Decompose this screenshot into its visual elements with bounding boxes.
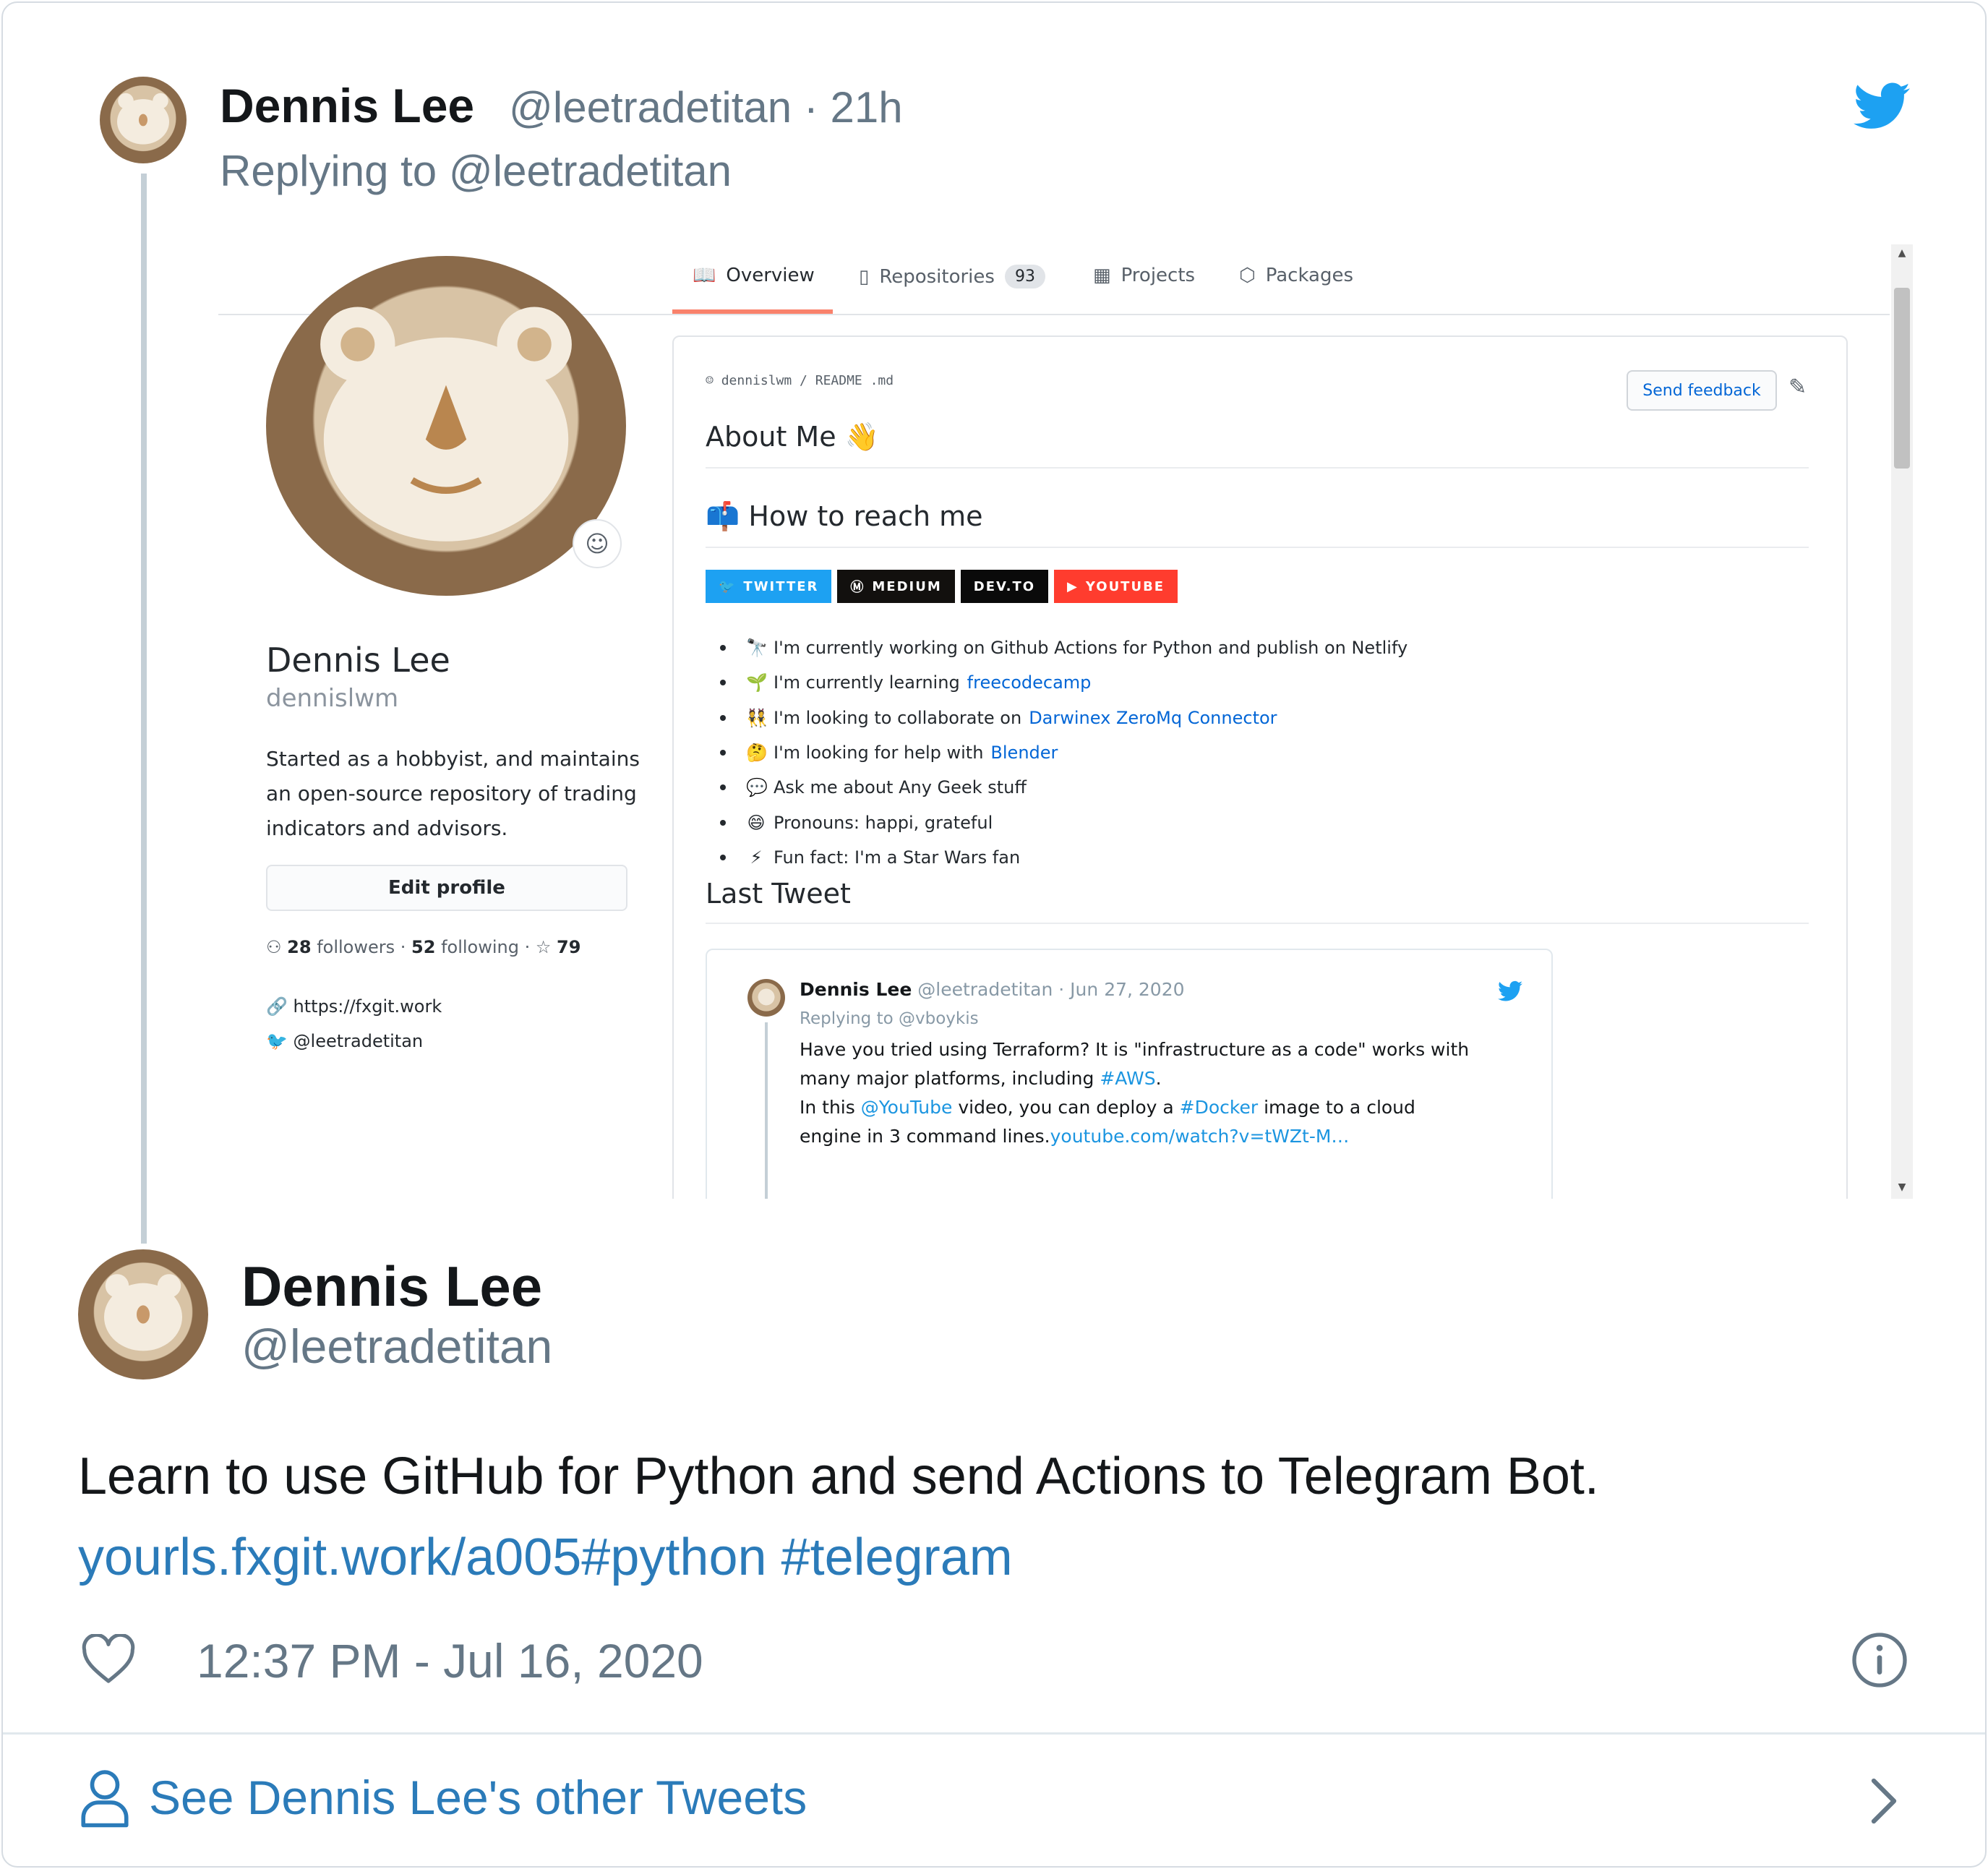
list-item: ⚡ Fun fact: I'm a Star Wars fan — [720, 840, 1408, 875]
followers-count[interactable]: 28 — [287, 937, 311, 957]
badge-devto[interactable]: DEV.TO — [960, 570, 1049, 603]
tab-overview[interactable]: 📖 Overview — [693, 265, 815, 286]
list-item: 👯 I'm looking to collaborate on Darwinex … — [720, 701, 1408, 735]
star-icon: ☆ — [535, 937, 552, 957]
aws-hashtag[interactable]: #AWS — [1100, 1068, 1155, 1089]
divider — [706, 547, 1809, 548]
badge-youtube[interactable]: ▶ YOUTUBE — [1054, 570, 1178, 603]
blender-link[interactable]: Blender — [990, 743, 1058, 763]
embedded-twitter-icon[interactable] — [1498, 980, 1522, 1002]
embedded-text: Have you tried using Terraform? It is "i… — [800, 1039, 1470, 1147]
embedded-thread-line — [765, 1022, 768, 1199]
wave-icon: 👋 — [844, 421, 880, 453]
thread-line — [141, 174, 147, 1244]
edit-profile-button[interactable]: Edit profile — [266, 865, 627, 911]
readme-list: 🔭 I'm currently working on Github Actions… — [720, 630, 1408, 875]
parent-author-handle[interactable]: @leetradetitan · 21h — [509, 82, 903, 132]
seedling-icon: 🌱 — [746, 672, 768, 693]
book-icon: 📖 — [693, 265, 716, 286]
list-item: 🤔 I'm looking for help with Blender — [720, 735, 1408, 770]
people-icon: ⚇ — [266, 937, 282, 957]
website-link[interactable]: 🔗 https://fxgit.work — [266, 996, 442, 1017]
people-dancing-icon: 👯 — [746, 707, 768, 728]
stars-count[interactable]: 79 — [557, 937, 580, 957]
project-icon: ▦ — [1093, 265, 1111, 286]
speech-bubble-icon: 💬 — [746, 777, 768, 798]
author-avatar[interactable] — [78, 1249, 208, 1380]
twitter-small-icon: 🐦 — [266, 1031, 288, 1051]
freecodecamp-link[interactable]: freecodecamp — [967, 672, 1092, 693]
youtube-mention[interactable]: @YouTube — [861, 1097, 953, 1118]
badge-row: 🐦 TWITTER Ⓜ MEDIUM DEV.TO ▶ YOUTUBE — [706, 570, 1178, 603]
reach-heading: 📫 How to reach me — [706, 500, 983, 532]
telegram-hashtag[interactable]: #telegram — [781, 1528, 1013, 1586]
set-status-icon[interactable]: ☺ — [573, 519, 622, 568]
badge-twitter[interactable]: 🐦 TWITTER — [706, 570, 832, 603]
footer-divider — [3, 1732, 1985, 1735]
tab-repositories[interactable]: ▯ Repositories 93 — [859, 265, 1045, 288]
repo-counter: 93 — [1004, 265, 1045, 288]
tab-projects[interactable]: ▦ Projects — [1093, 265, 1195, 286]
followers-label[interactable]: followers — [317, 937, 395, 957]
divider — [706, 923, 1809, 924]
info-icon[interactable] — [1851, 1631, 1908, 1689]
see-other-tweets-link[interactable]: See Dennis Lee's other Tweets — [78, 1767, 807, 1828]
twitter-link[interactable]: 🐦 @leetradetitan — [266, 1031, 423, 1051]
list-item: 😄 Pronouns: happi, grateful — [720, 805, 1408, 839]
github-name: Dennis Lee — [266, 641, 450, 680]
following-label[interactable]: following — [441, 937, 519, 957]
repo-icon: ▯ — [859, 265, 870, 288]
parent-avatar[interactable] — [100, 77, 187, 163]
twitter-bird-icon[interactable] — [1854, 82, 1910, 130]
last-tweet-heading: Last Tweet — [706, 878, 851, 910]
scroll-up-arrow[interactable]: ▲ — [1894, 247, 1910, 262]
send-feedback-button[interactable]: Send feedback — [1627, 370, 1777, 411]
list-item: 🔭 I'm currently working on Github Actions… — [720, 630, 1408, 665]
embedded-header: Dennis Lee @leetradetitan · Jun 27, 2020 — [800, 979, 1185, 1000]
link-icon: 🔗 — [266, 996, 288, 1017]
list-item: 🌱 I'm currently learning freecodecamp — [720, 665, 1408, 700]
mailbox-icon: 📫 — [706, 500, 740, 532]
tweet-timestamp[interactable]: 12:37 PM - Jul 16, 2020 — [197, 1633, 703, 1688]
tweet-card: Dennis Lee @leetradetitan · 21h Replying… — [1, 1, 1987, 1868]
tweet-text: Learn to use GitHub for Python and send … — [78, 1447, 1599, 1586]
readme-path[interactable]: ☺ dennislwm / README .md — [706, 373, 894, 388]
tab-packages[interactable]: ⬡ Packages — [1239, 265, 1353, 286]
embedded-replying: Replying to @vboykis — [800, 1009, 979, 1028]
author-handle[interactable]: @leetradetitan — [241, 1319, 552, 1374]
readme-box: ☺ dennislwm / README .md Send feedback ✎… — [672, 335, 1848, 1199]
heart-icon[interactable] — [81, 1634, 136, 1685]
embedded-tweet[interactable]: Dennis Lee @leetradetitan · Jun 27, 2020… — [706, 949, 1553, 1199]
scrollbar-thumb[interactable] — [1894, 288, 1910, 469]
person-icon — [81, 1770, 129, 1828]
attached-screenshot[interactable]: 📖 Overview ▯ Repositories 93 ▦ Projects ⬡ Pac… — [218, 244, 1913, 1199]
active-tab-indicator — [672, 309, 833, 314]
darwinex-link[interactable]: Darwinex ZeroMq Connector — [1029, 708, 1277, 728]
package-icon: ⬡ — [1239, 265, 1256, 286]
smile-icon: 😄 — [747, 812, 766, 833]
badge-medium[interactable]: Ⓜ MEDIUM — [837, 570, 955, 603]
follow-stats: ⚇ 28 followers · 52 following · ☆ 79 — [266, 937, 581, 957]
following-count[interactable]: 52 — [411, 937, 435, 957]
replying-to[interactable]: Replying to @leetradetitan — [220, 146, 732, 196]
embedded-avatar[interactable] — [747, 979, 785, 1017]
about-heading: About Me 👋 — [706, 421, 880, 453]
thinking-icon: 🤔 — [746, 743, 768, 764]
docker-hashtag[interactable]: #Docker — [1180, 1097, 1258, 1118]
author-name[interactable]: Dennis Lee — [241, 1254, 542, 1320]
github-login: dennislwm — [266, 684, 399, 713]
pencil-icon[interactable]: ✎ — [1788, 375, 1807, 400]
chevron-right-icon[interactable] — [1868, 1776, 1900, 1826]
youtube-link[interactable]: youtube.com/watch?v=tWZt-M… — [1050, 1126, 1350, 1147]
tweet-link[interactable]: yourls.fxgit.work/a005#python — [78, 1528, 767, 1586]
parent-author-name[interactable]: Dennis Lee — [220, 78, 474, 133]
telescope-icon: 🔭 — [746, 638, 768, 659]
scroll-down-arrow[interactable]: ▼ — [1894, 1181, 1910, 1196]
lightning-icon: ⚡ — [750, 847, 763, 868]
list-item: 💬 Ask me about Any Geek stuff — [720, 770, 1408, 805]
github-bio: Started as a hobbyist, and maintains an … — [266, 747, 640, 840]
divider — [706, 467, 1809, 469]
